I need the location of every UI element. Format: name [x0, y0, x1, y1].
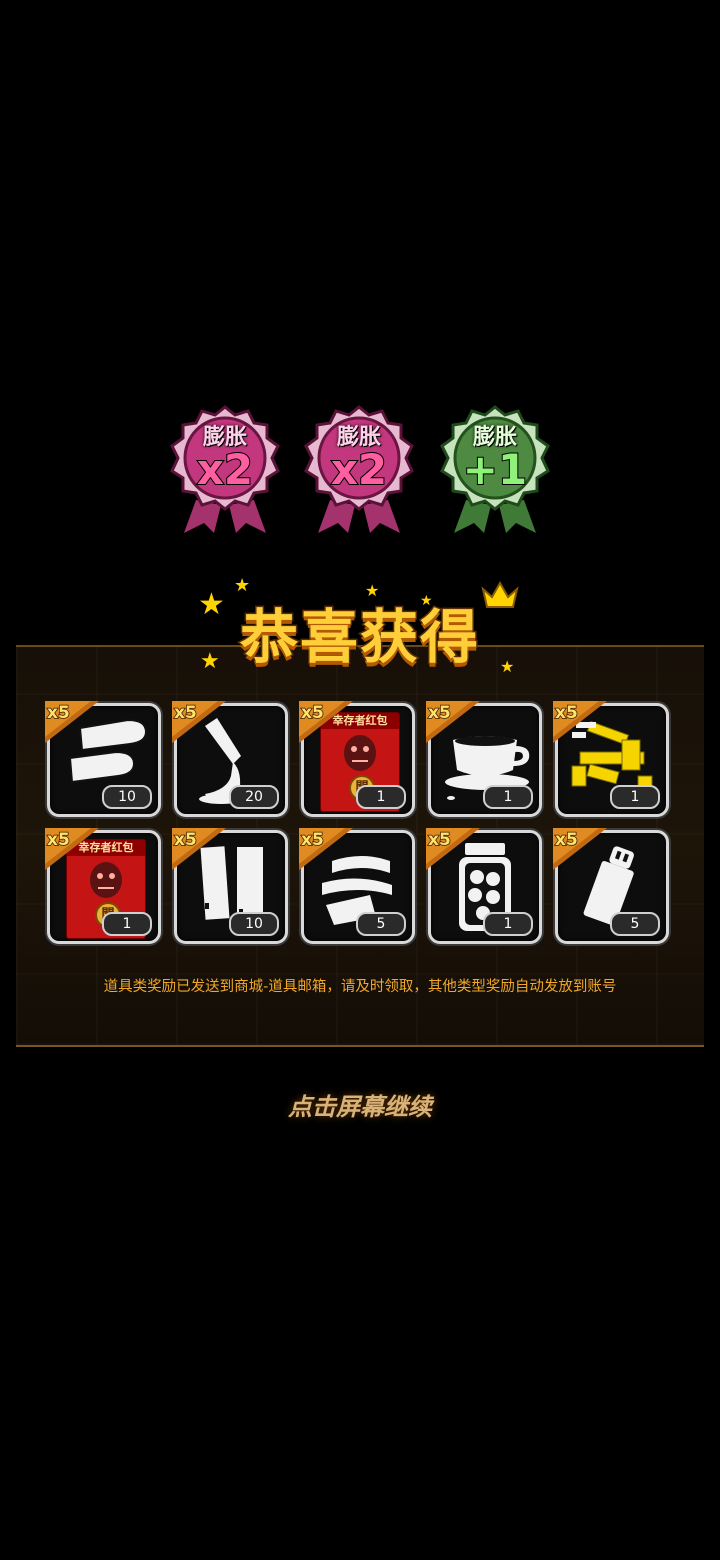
reward-item-lighter[interactable]: x5 5 [553, 828, 669, 944]
expansion-badge-1: 膨胀 x2 [166, 405, 284, 535]
multiplier-label: x5 [427, 829, 451, 851]
item-count: 5 [356, 912, 406, 936]
reward-item-red-packet[interactable]: 幸存者红包 開 x5 1 [299, 701, 415, 817]
badge-value: x2 [196, 444, 254, 495]
multiplier-label: x5 [427, 702, 451, 724]
tap-to-continue[interactable]: 点击屏幕继续 [0, 1087, 720, 1122]
reward-notice: 道具类奖励已发送到商城-道具邮箱，请及时领取，其他类型奖励自动发放到账号 [103, 979, 617, 995]
reward-item-parts[interactable]: x5 1 [553, 701, 669, 817]
badge-value: x2 [330, 444, 388, 495]
reward-item-bullets[interactable]: x5 10 [45, 701, 161, 817]
expansion-badge-2: 膨胀 x2 [300, 405, 418, 535]
multiplier-label: x5 [300, 702, 324, 724]
item-count: 1 [483, 912, 533, 936]
item-count: 1 [356, 785, 406, 809]
title-banner: ★ ★ ★ ★ ★ ★ 恭喜获得 [190, 575, 530, 676]
reward-item-glue[interactable]: x5 20 [172, 701, 288, 817]
reward-item-bandage[interactable]: x5 5 [299, 828, 415, 944]
reward-item-battery[interactable]: x5 10 [172, 828, 288, 944]
item-count: 1 [102, 912, 152, 936]
reward-item-red-packet[interactable]: 幸存者红包 開 x5 1 [45, 828, 161, 944]
expansion-badge-3: 膨胀 +1 [436, 405, 554, 535]
item-count: 1 [483, 785, 533, 809]
reward-item-coffee[interactable]: x5 1 [426, 701, 542, 817]
multiplier-label: x5 [173, 829, 197, 851]
multiplier-label: x5 [554, 702, 578, 724]
multiplier-label: x5 [554, 829, 578, 851]
reward-item-jar[interactable]: x5 1 [426, 828, 542, 944]
multiplier-label: x5 [46, 702, 70, 724]
item-count: 10 [229, 912, 279, 936]
reward-grid: x5 10 x5 20 幸存者红包 開 x5 1 [45, 701, 675, 951]
item-count: 10 [102, 785, 152, 809]
bonus-badges: 膨胀 x2 膨胀 x2 膨胀 +1 [0, 405, 720, 540]
item-count: 1 [610, 785, 660, 809]
badge-value: +1 [462, 444, 528, 495]
item-count: 20 [229, 785, 279, 809]
congratulations-title: 恭喜获得 [238, 602, 480, 673]
item-count: 5 [610, 912, 660, 936]
multiplier-label: x5 [300, 829, 324, 851]
multiplier-label: x5 [46, 829, 70, 851]
multiplier-label: x5 [173, 702, 197, 724]
